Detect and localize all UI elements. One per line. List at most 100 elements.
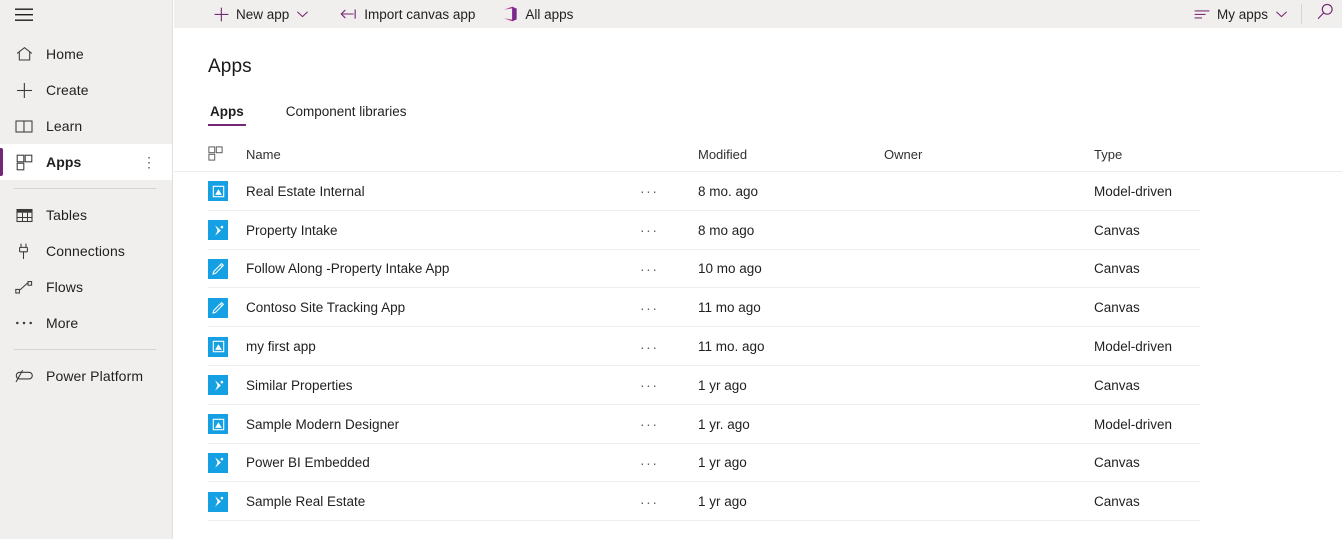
- modified-cell: 1 yr ago: [698, 455, 747, 471]
- ellipsis-icon: [14, 313, 34, 333]
- table-row[interactable]: Follow Along -Property Intake App ··· 10 m…: [174, 250, 1342, 289]
- row-icon-cell: [208, 220, 246, 241]
- sidebar-item-home[interactable]: Home: [0, 36, 172, 72]
- search-button[interactable]: [1308, 0, 1342, 28]
- model-driven-app-icon: [208, 414, 228, 435]
- filter-lines-icon: [1194, 9, 1210, 20]
- row-overflow-icon[interactable]: ···: [640, 222, 698, 238]
- app-name-link[interactable]: Similar Properties: [246, 378, 640, 393]
- sidebar-item-connections[interactable]: Connections: [0, 233, 172, 269]
- new-app-button[interactable]: New app: [206, 0, 316, 28]
- power-apps-window: Home Create Learn Apps ⋮ Tables Connecti…: [0, 0, 1342, 539]
- table-row[interactable]: Property Intake ··· 8 mo ago Canvas: [174, 211, 1342, 250]
- app-name-link[interactable]: Sample Modern Designer: [246, 417, 640, 432]
- canvas-app-icon: [208, 452, 228, 473]
- table-body: Real Estate Internal ··· 8 mo. ago Model-dr…: [174, 172, 1342, 521]
- type-cell: Canvas: [1094, 300, 1140, 316]
- sidebar-item-apps[interactable]: Apps ⋮: [0, 144, 172, 180]
- model-driven-app-icon: [208, 181, 228, 202]
- table-icon: [14, 205, 34, 225]
- app-name-link[interactable]: Power BI Embedded: [246, 455, 640, 470]
- row-icon-cell: [208, 375, 246, 396]
- sidebar: Home Create Learn Apps ⋮ Tables Connecti…: [0, 0, 173, 539]
- apps-grid-icon: [14, 152, 34, 172]
- sidebar-item-label: Learn: [46, 118, 83, 134]
- modified-cell: 1 yr ago: [698, 494, 747, 510]
- chevron-down-icon[interactable]: [1276, 11, 1287, 18]
- my-apps-filter-button[interactable]: My apps: [1186, 0, 1295, 28]
- search-icon: [1317, 3, 1334, 25]
- row-icon-cell: [208, 491, 246, 512]
- sidebar-item-label: Apps: [46, 154, 82, 170]
- all-apps-button[interactable]: All apps: [495, 0, 581, 28]
- type-cell: Canvas: [1094, 222, 1140, 238]
- modified-cell: 8 mo ago: [698, 222, 755, 238]
- table-row[interactable]: Power BI Embedded ··· 1 yr ago Canvas: [174, 444, 1342, 483]
- table-row[interactable]: Contoso Site Tracking App ··· 11 mo ago Can…: [174, 288, 1342, 327]
- sidebar-item-label: Create: [46, 82, 89, 98]
- sidebar-item-overflow-icon[interactable]: ⋮: [142, 155, 156, 169]
- column-header-modified[interactable]: Modified: [698, 147, 884, 162]
- row-overflow-icon[interactable]: ···: [640, 455, 698, 471]
- hamburger-menu-icon[interactable]: [0, 0, 48, 30]
- chevron-down-icon[interactable]: [297, 11, 309, 18]
- app-name-link[interactable]: Contoso Site Tracking App: [246, 300, 640, 315]
- table-row[interactable]: Sample Real Estate ··· 1 yr ago Canvas: [174, 482, 1342, 521]
- sidebar-divider-2: [14, 349, 156, 350]
- sidebar-item-flows[interactable]: Flows: [0, 269, 172, 305]
- power-platform-icon: [14, 366, 34, 386]
- new-app-label: New app: [236, 6, 290, 22]
- sidebar-item-label: Flows: [46, 279, 84, 295]
- sidebar-item-power-platform[interactable]: Power Platform: [0, 358, 172, 394]
- modified-cell: 10 mo ago: [698, 261, 762, 277]
- tab-apps[interactable]: Apps: [208, 104, 246, 126]
- apps-grid-icon: [208, 145, 223, 164]
- type-cell: Model-driven: [1094, 339, 1173, 355]
- modified-cell: 11 mo ago: [698, 300, 761, 316]
- table-row[interactable]: Sample Modern Designer ··· 1 yr. ago Model-…: [174, 405, 1342, 444]
- plus-icon: [14, 80, 34, 100]
- column-header-owner[interactable]: Owner: [884, 147, 1094, 162]
- column-header-icon[interactable]: [208, 145, 246, 164]
- sidebar-item-tables[interactable]: Tables: [0, 197, 172, 233]
- plus-icon: [214, 7, 229, 22]
- table-row[interactable]: Similar Properties ··· 1 yr ago Canvas: [174, 366, 1342, 405]
- modified-cell: 11 mo. ago: [698, 339, 765, 355]
- row-overflow-icon[interactable]: ···: [640, 416, 698, 432]
- import-arrow-icon: [340, 8, 357, 20]
- plug-icon: [14, 241, 34, 261]
- app-name-link[interactable]: Sample Real Estate: [246, 494, 640, 509]
- modified-cell: 8 mo. ago: [698, 183, 759, 199]
- tab-component-libraries[interactable]: Component libraries: [284, 104, 409, 126]
- sidebar-item-learn[interactable]: Learn: [0, 108, 172, 144]
- row-overflow-icon[interactable]: ···: [640, 300, 698, 316]
- app-name-link[interactable]: Real Estate Internal: [246, 184, 640, 199]
- row-overflow-icon[interactable]: ···: [640, 183, 698, 199]
- table-row[interactable]: Real Estate Internal ··· 8 mo. ago Model-dr…: [174, 172, 1342, 211]
- column-header-name[interactable]: Name: [246, 147, 640, 162]
- row-overflow-icon[interactable]: ···: [640, 339, 698, 355]
- table-row[interactable]: my first app ··· 11 mo. ago Model-driven: [174, 327, 1342, 366]
- row-overflow-icon[interactable]: ···: [640, 494, 698, 510]
- type-cell: Canvas: [1094, 377, 1140, 393]
- import-canvas-app-button[interactable]: Import canvas app: [332, 0, 483, 28]
- type-cell: Canvas: [1094, 494, 1140, 510]
- my-apps-label: My apps: [1216, 6, 1268, 22]
- sidebar-item-label: Home: [46, 46, 84, 62]
- app-name-link[interactable]: Property Intake: [246, 223, 640, 238]
- model-driven-app-icon: [208, 336, 228, 357]
- sidebar-item-create[interactable]: Create: [0, 72, 172, 108]
- main-content: Apps Apps Component libraries Name Modif…: [174, 28, 1342, 539]
- canvas-app-icon: [208, 220, 228, 241]
- pencil-app-icon: [208, 258, 228, 279]
- row-overflow-icon[interactable]: ···: [640, 261, 698, 277]
- all-apps-label: All apps: [525, 6, 574, 22]
- book-icon: [14, 116, 34, 136]
- sidebar-item-more[interactable]: More: [0, 305, 172, 341]
- type-cell: Canvas: [1094, 455, 1140, 471]
- row-overflow-icon[interactable]: ···: [640, 377, 698, 393]
- modified-cell: 1 yr ago: [698, 377, 747, 393]
- column-header-type[interactable]: Type: [1094, 147, 1234, 162]
- app-name-link[interactable]: my first app: [246, 339, 640, 354]
- app-name-link[interactable]: Follow Along -Property Intake App: [246, 261, 640, 276]
